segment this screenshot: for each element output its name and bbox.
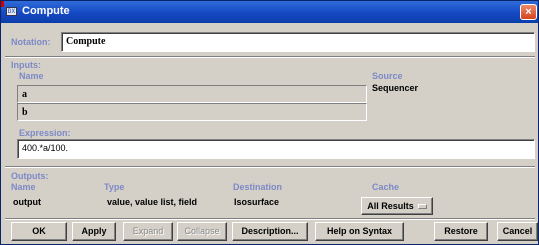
expression-input[interactable]: 400.*a/100. [17,139,535,159]
inputs-name-header: Name [19,71,44,81]
dropdown-indicator-icon [417,204,427,210]
input-row-a[interactable]: a [17,85,367,103]
outputs-type-header: Type [104,182,125,192]
notation-input[interactable]: Compute [61,32,535,52]
close-button[interactable]: × [520,4,537,20]
output-type: value, value list, field [107,197,198,207]
notation-label: Notation: [11,37,51,47]
cache-dropdown-value: All Results [367,201,414,211]
corner-marker [1,1,4,7]
outputs-name-header: Name [11,182,36,192]
divider [5,166,535,168]
restore-button[interactable]: Restore [434,222,488,241]
title-bar[interactable]: DX Compute × [1,1,538,23]
inputs-section-label: Inputs: [11,60,41,70]
window-title: Compute [22,5,70,17]
outputs-cache-header: Cache [372,182,400,192]
help-on-syntax-button[interactable]: Help on Syntax [315,222,404,241]
expression-label: Expression: [19,128,71,138]
apply-button[interactable]: Apply [72,222,116,241]
outputs-destination-header: Destination [233,182,283,192]
inputs-source-value: Sequencer [372,83,419,93]
outputs-section-label: Outputs: [11,171,49,181]
divider [5,56,535,58]
collapse-button[interactable]: Collapse [177,222,227,241]
expand-button[interactable]: Expand [123,222,173,241]
cancel-button[interactable]: Cancel [497,222,538,241]
inputs-source-header: Source [372,71,403,81]
cache-dropdown[interactable]: All Results [361,197,433,215]
ok-button[interactable]: OK [11,222,67,241]
input-row-b[interactable]: b [17,103,367,121]
output-destination: Isosurface [234,197,280,207]
app-icon: DX [6,7,17,16]
output-name: output [13,197,41,207]
divider [5,218,535,220]
description-button[interactable]: Description... [232,222,308,241]
compute-dialog: DX Compute × Notation: Compute Inputs: N… [0,0,539,245]
